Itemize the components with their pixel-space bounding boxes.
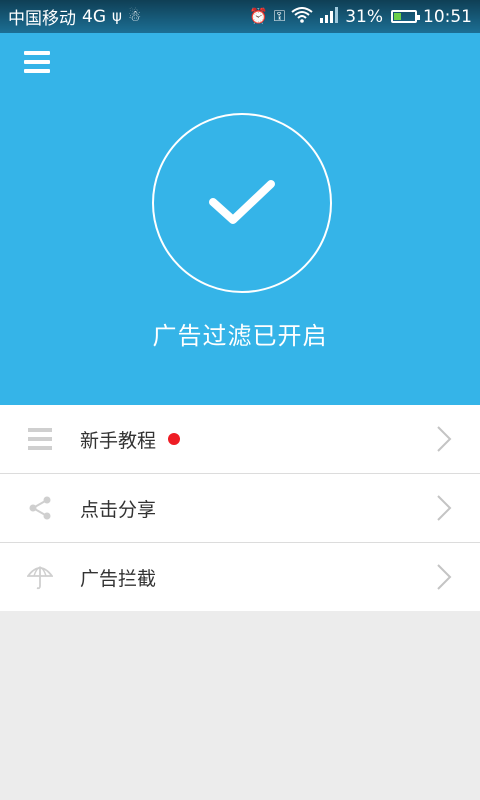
menu-item-tutorial[interactable]: 新手教程 <box>0 405 480 474</box>
checkmark-icon <box>209 180 275 224</box>
umbrella-icon <box>0 564 80 590</box>
share-icon <box>0 496 80 520</box>
battery-percent: 31% <box>345 6 383 27</box>
menu-item-label: 广告拦截 <box>80 567 157 590</box>
battery-icon <box>391 10 420 23</box>
chevron-right-icon <box>437 564 452 590</box>
alarm-icon: ⏰ <box>249 7 268 25</box>
menu-list: 新手教程 点击分享 广告拦截 <box>0 405 480 611</box>
android-icon: ☃ <box>127 7 142 25</box>
hero-panel: 广告过滤已开启 <box>0 33 480 405</box>
menu-item-share[interactable]: 点击分享 <box>0 474 480 543</box>
new-badge-dot <box>168 433 181 445</box>
menu-item-label: 点击分享 <box>80 498 157 521</box>
chevron-right-icon <box>437 495 452 521</box>
menu-item-ad-block[interactable]: 广告拦截 <box>0 543 480 611</box>
wifi-icon <box>291 7 313 26</box>
chevron-right-icon <box>437 426 452 452</box>
list-icon <box>0 428 80 450</box>
hamburger-menu-icon[interactable] <box>24 51 50 73</box>
clock: 10:51 <box>423 6 472 27</box>
carrier-label: 中国移动 <box>8 9 76 29</box>
usb-icon: ψ <box>112 7 122 25</box>
status-bar: 中国移动 4G ψ ☃ ⏰ ⚿ 31% 10:51 <box>0 0 480 33</box>
key-icon: ⚿ <box>273 7 286 25</box>
status-circle <box>152 113 332 293</box>
network-label: 4G <box>82 6 106 27</box>
signal-icon <box>319 7 339 26</box>
menu-item-label: 新手教程 <box>80 429 157 452</box>
filter-status-text: 广告过滤已开启 <box>152 322 328 350</box>
